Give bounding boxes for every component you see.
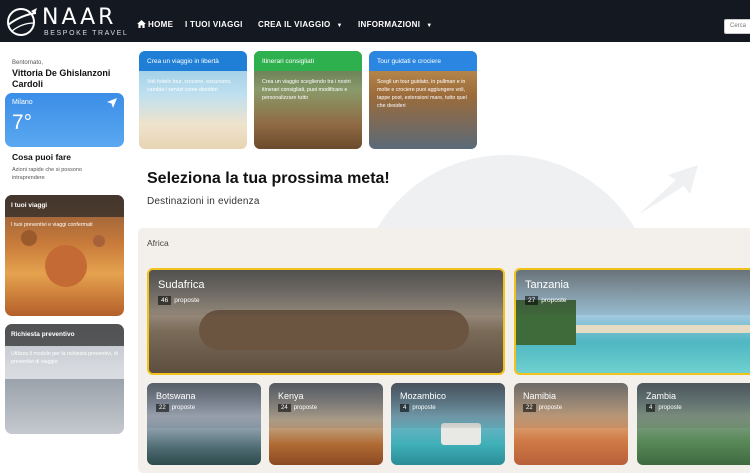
quick-actions-title: Cosa puoi fare xyxy=(12,152,72,162)
chevron-down-icon: ▼ xyxy=(426,23,433,29)
destination-name: Tanzania xyxy=(525,279,570,291)
proposal-count-badge: 24 xyxy=(278,404,291,412)
my-trips-card[interactable]: I tuoi viaggi I tuoi preventivi e viaggi… xyxy=(5,195,124,316)
card-shade xyxy=(516,270,750,315)
nav-crea-il-viaggio[interactable]: CREA IL VIAGGIO ▼ xyxy=(258,20,343,29)
quote-request-title: Richiesta preventivo xyxy=(11,331,75,338)
destination-count: 4 proposte xyxy=(400,404,436,412)
laptop-image xyxy=(5,379,124,434)
quote-request-card[interactable]: Richiesta preventivo Utilizza il modulo … xyxy=(5,324,124,434)
proposal-unit: proposte xyxy=(538,405,563,411)
proposal-count-badge: 4 xyxy=(646,404,656,412)
nav-home[interactable]: HOME xyxy=(137,20,173,29)
weather-temperature: 7° xyxy=(12,111,33,134)
destination-name: Sudafrica xyxy=(158,279,205,291)
top-navbar: NAAR BESPOKE TRAVEL HOME I TUOI VIAGGI C… xyxy=(0,0,750,42)
nav-i-tuoi-viaggi[interactable]: I TUOI VIAGGI xyxy=(185,20,243,29)
brand-tagline: BESPOKE TRAVEL xyxy=(44,30,129,37)
option-description: Scegli un tour guidato, in pullman e in … xyxy=(377,79,467,109)
naar-logo[interactable]: NAAR BESPOKE TRAVEL xyxy=(4,5,130,39)
my-trips-title: I tuoi viaggi xyxy=(11,202,48,209)
destination-count: 22 proposte xyxy=(156,404,195,412)
region-label: Africa xyxy=(147,238,169,248)
destination-card-zambia[interactable]: Zambia 4 proposte xyxy=(637,383,750,465)
destination-name: Mozambico xyxy=(400,391,447,401)
proposal-count-badge: 4 xyxy=(400,404,410,412)
destination-card-kenya[interactable]: Kenya 24 proposte xyxy=(269,383,383,465)
destination-count: 24 proposte xyxy=(278,404,317,412)
proposal-unit: proposte xyxy=(412,405,436,411)
chevron-down-icon: ▼ xyxy=(336,23,343,29)
destination-card-sudafrica[interactable]: Sudafrica 46 proposte xyxy=(147,268,505,375)
quick-actions-subtitle: Azioni rapide che si possono intraprende… xyxy=(12,167,83,181)
page-subtitle: Destinazioni in evidenza xyxy=(147,196,260,207)
weather-city: Milano xyxy=(12,99,33,106)
destination-card-namibia[interactable]: Namibia 22 proposte xyxy=(514,383,628,465)
option-title: Crea un viaggio in libertà xyxy=(147,58,219,65)
home-icon xyxy=(137,20,146,28)
branch-image xyxy=(199,310,469,350)
card-shade xyxy=(149,270,503,315)
beach-image xyxy=(576,325,750,333)
user-name: Vittoria De Ghislanzoni Cardoli xyxy=(12,68,111,89)
destination-name: Namibia xyxy=(523,391,557,401)
destination-name: Botswana xyxy=(156,391,196,401)
option-title: Itinerari consigliati xyxy=(262,58,315,65)
weather-widget: Milano 7° xyxy=(5,93,124,147)
nav-crea-label: CREA IL VIAGGIO xyxy=(258,20,331,29)
proposal-unit: proposte xyxy=(171,405,196,411)
option-recommended-itineraries[interactable]: Itinerari consigliati Crea un viaggio sc… xyxy=(254,51,362,149)
nav-info-label: INFORMAZIONI xyxy=(358,20,421,29)
proposal-unit: proposte xyxy=(293,405,318,411)
option-description: Voli hotels tour, crociere, escursioni, … xyxy=(147,79,232,93)
destination-card-botswana[interactable]: Botswana 22 proposte xyxy=(147,383,261,465)
option-title: Tour guidati e crociere xyxy=(377,58,441,65)
option-guided-tours[interactable]: Tour guidati e crociere Scegli un tour g… xyxy=(369,51,477,149)
destination-count: 22 proposte xyxy=(523,404,562,412)
search-input[interactable]: Cerca xyxy=(724,19,750,34)
destination-count: 27 proposte xyxy=(525,296,567,305)
destination-name: Zambia xyxy=(646,391,677,401)
proposal-count-badge: 46 xyxy=(158,296,172,305)
proposal-unit: proposte xyxy=(658,405,682,411)
proposal-count-badge: 22 xyxy=(156,404,169,412)
destination-count: 4 proposte xyxy=(646,404,682,412)
balloon-image xyxy=(45,245,87,287)
proposal-count-badge: 22 xyxy=(523,404,536,412)
destination-card-tanzania[interactable]: Tanzania 27 proposte xyxy=(514,268,750,375)
welcome-text: Bentornato, xyxy=(12,60,44,66)
destination-name: Kenya xyxy=(278,391,304,401)
brand-name: NAAR xyxy=(42,5,117,30)
destination-card-mozambico[interactable]: Mozambico 4 proposte xyxy=(391,383,505,465)
nav-home-label: HOME xyxy=(148,20,174,29)
destination-count: 46 proposte xyxy=(158,296,200,305)
location-arrow-icon xyxy=(107,98,117,108)
proposal-unit: proposte xyxy=(541,297,567,304)
proposal-count-badge: 27 xyxy=(525,296,539,305)
page-title: Seleziona la tua prossima meta! xyxy=(147,170,390,187)
balloon-image xyxy=(21,230,37,246)
quote-request-subtitle: Utilizza il modulo per la richiesta prev… xyxy=(11,351,118,365)
option-description: Crea un viaggio scegliendo tra i nostri … xyxy=(262,79,351,101)
globe-logo-icon xyxy=(7,8,37,36)
my-trips-subtitle: I tuoi preventivi e viaggi confermati xyxy=(11,222,93,228)
nav-informazioni[interactable]: INFORMAZIONI ▼ xyxy=(358,20,433,29)
balloon-image xyxy=(93,235,105,247)
option-free-trip[interactable]: Crea un viaggio in libertà Voli hotels t… xyxy=(139,51,247,149)
proposal-unit: proposte xyxy=(174,297,200,304)
airplane-arrow-icon xyxy=(638,165,698,215)
nav-viaggi-label: I TUOI VIAGGI xyxy=(185,20,243,29)
